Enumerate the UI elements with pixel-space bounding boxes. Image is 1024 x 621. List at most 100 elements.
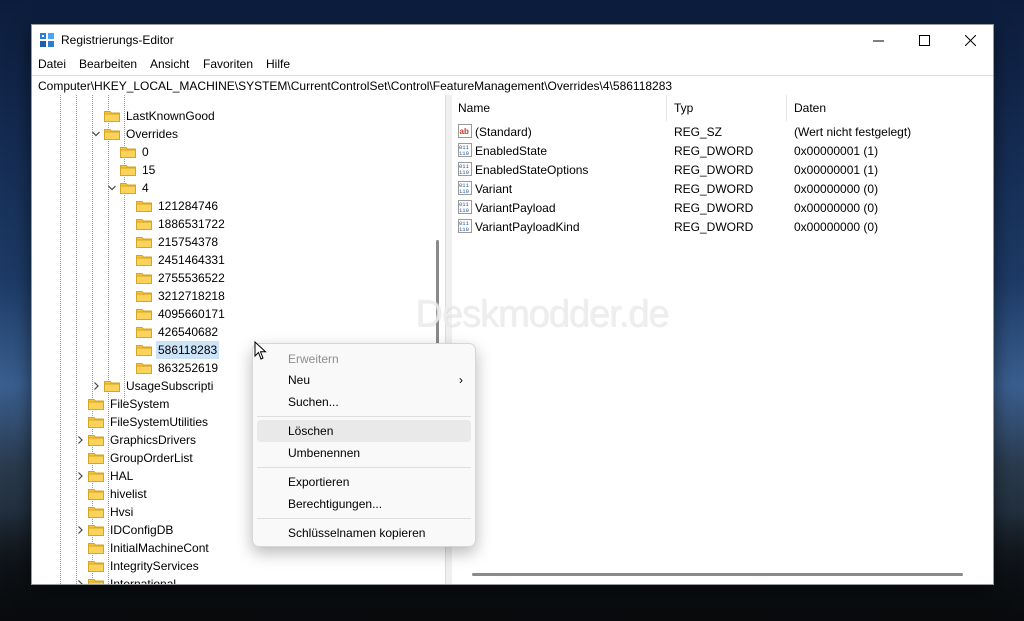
value-type: REG_SZ	[674, 125, 723, 139]
tree-node-label: Overrides	[126, 127, 179, 141]
ctx-delete[interactable]: Löschen	[257, 420, 471, 442]
chevron-right-icon	[78, 526, 83, 534]
minimize-button[interactable]	[855, 25, 901, 55]
tree-expander[interactable]	[90, 377, 102, 395]
folder-icon-wrap	[136, 290, 152, 302]
tree-node-label: GroupOrderList	[110, 451, 193, 465]
folder-icon-wrap	[88, 560, 104, 572]
column-header-type[interactable]: Typ	[674, 101, 693, 115]
tree-node-label: UsageSubscripti	[126, 379, 214, 393]
tree-expander[interactable]	[74, 521, 86, 539]
svg-text:110: 110	[459, 207, 469, 214]
folder-icon-wrap	[88, 506, 104, 518]
value-row[interactable]: 011 110 Variant REG_DWORD 0x00000000 (0)	[452, 179, 993, 198]
tree-expander[interactable]	[74, 575, 86, 584]
values-horizontal-scrollbar[interactable]	[472, 573, 963, 576]
value-row[interactable]: ab (Standard) REG_SZ (Wert nicht festgelegt…	[452, 122, 993, 141]
menu-favoriten[interactable]: Favoriten	[203, 57, 253, 71]
menu-hilfe[interactable]: Hilfe	[266, 57, 290, 71]
tree-node-label: International	[110, 577, 177, 584]
ctx-export[interactable]: Exportieren	[257, 471, 471, 493]
chevron-right-icon	[78, 472, 83, 480]
tree-node-label: FileSystemUtilities	[110, 415, 209, 429]
ctx-search[interactable]: Suchen...	[257, 391, 471, 413]
folder-icon-wrap	[136, 344, 152, 356]
value-data: 0x00000000 (0)	[794, 201, 879, 215]
values-pane[interactable]: Name Typ Daten ab (Standard) REG_SZ (Wert n…	[452, 95, 993, 584]
tree-node-label: 4	[142, 181, 149, 195]
ctx-separator	[257, 518, 471, 519]
value-data: 0x00000001 (1)	[794, 163, 879, 177]
value-icon-wrap: ab	[458, 124, 472, 138]
ctx-delete-label: Löschen	[288, 424, 334, 438]
column-divider[interactable]	[666, 95, 667, 121]
folder-icon-wrap	[120, 146, 136, 158]
ctx-permissions[interactable]: Berechtigungen...	[257, 493, 471, 515]
menu-ansicht[interactable]: Ansicht	[150, 57, 189, 71]
column-header-name[interactable]: Name	[458, 101, 490, 115]
window-title: Registrierungs-Editor	[61, 33, 174, 47]
registry-editor-icon	[40, 33, 54, 47]
tree-node-label: 15	[142, 163, 156, 177]
svg-text:110: 110	[459, 150, 469, 157]
folder-icon	[120, 165, 136, 176]
tree-guide-line	[76, 95, 77, 584]
folder-icon	[136, 363, 152, 374]
value-row[interactable]: 011 110 VariantPayloadKind REG_DWORD 0x00000…	[452, 217, 993, 236]
folder-icon	[104, 111, 120, 122]
value-icon-wrap: 011 110	[458, 181, 472, 195]
folder-icon	[88, 561, 104, 572]
folder-icon	[136, 327, 152, 338]
ctx-copy-key-name[interactable]: Schlüsselnamen kopieren	[257, 522, 471, 544]
folder-icon-wrap	[88, 578, 104, 584]
value-type: REG_DWORD	[674, 182, 754, 196]
tree-node-label: 2451464331	[158, 253, 225, 267]
folder-icon	[88, 489, 104, 500]
address-path[interactable]: Computer\HKEY_LOCAL_MACHINE\SYSTEM\Curre…	[38, 79, 672, 93]
tree-expander[interactable]	[106, 179, 118, 197]
ctx-expand-label: Erweitern	[288, 352, 339, 366]
ctx-new[interactable]: Neu ›	[257, 369, 471, 391]
binary-value-icon: 011110	[458, 143, 472, 157]
maximize-button[interactable]	[901, 25, 947, 55]
value-data: 0x00000000 (0)	[794, 182, 879, 196]
folder-icon	[136, 291, 152, 302]
ctx-separator	[257, 467, 471, 468]
value-row[interactable]: 011 110 EnabledState REG_DWORD 0x00000001 (1…	[452, 141, 993, 160]
folder-icon	[136, 201, 152, 212]
ctx-search-label: Suchen...	[288, 395, 339, 409]
folder-icon	[88, 525, 104, 536]
address-bar[interactable]: Computer\HKEY_LOCAL_MACHINE\SYSTEM\Curre…	[32, 75, 993, 96]
column-divider[interactable]	[786, 95, 787, 121]
tree-expander[interactable]	[74, 467, 86, 485]
chevron-right-icon	[78, 436, 83, 444]
value-row[interactable]: 011 110 VariantPayload REG_DWORD 0x00000000 …	[452, 198, 993, 217]
title-bar[interactable]: Registrierungs-Editor	[32, 25, 993, 55]
chevron-down-icon	[92, 131, 100, 137]
close-button[interactable]	[947, 25, 993, 55]
folder-icon	[136, 255, 152, 266]
mouse-cursor-icon	[254, 341, 267, 360]
tree-expander[interactable]	[74, 431, 86, 449]
registry-editor-window: Registrierungs-Editor Datei Bearbeiten A…	[31, 24, 994, 585]
folder-icon	[120, 147, 136, 158]
menu-bearbeiten[interactable]: Bearbeiten	[79, 57, 137, 71]
value-row[interactable]: 011 110 EnabledStateOptions REG_DWORD 0x0000…	[452, 160, 993, 179]
tree-expander[interactable]	[90, 125, 102, 143]
menu-datei[interactable]: Datei	[38, 57, 66, 71]
folder-icon	[88, 543, 104, 554]
chevron-right-icon	[94, 382, 99, 390]
ctx-rename[interactable]: Umbenennen	[257, 442, 471, 464]
binary-value-icon: 011110	[458, 219, 472, 233]
folder-icon	[120, 183, 136, 194]
svg-text:110: 110	[459, 188, 469, 195]
value-name: VariantPayloadKind	[475, 220, 580, 234]
tree-node-label: HAL	[110, 469, 134, 483]
tree-node-label: 215754378	[158, 235, 219, 249]
value-name: EnabledState	[475, 144, 548, 158]
value-type: REG_DWORD	[674, 201, 754, 215]
folder-icon	[88, 435, 104, 446]
tree-node-label: 586118283	[156, 341, 220, 359]
ctx-expand[interactable]: Erweitern	[257, 348, 471, 370]
column-header-data[interactable]: Daten	[794, 101, 826, 115]
